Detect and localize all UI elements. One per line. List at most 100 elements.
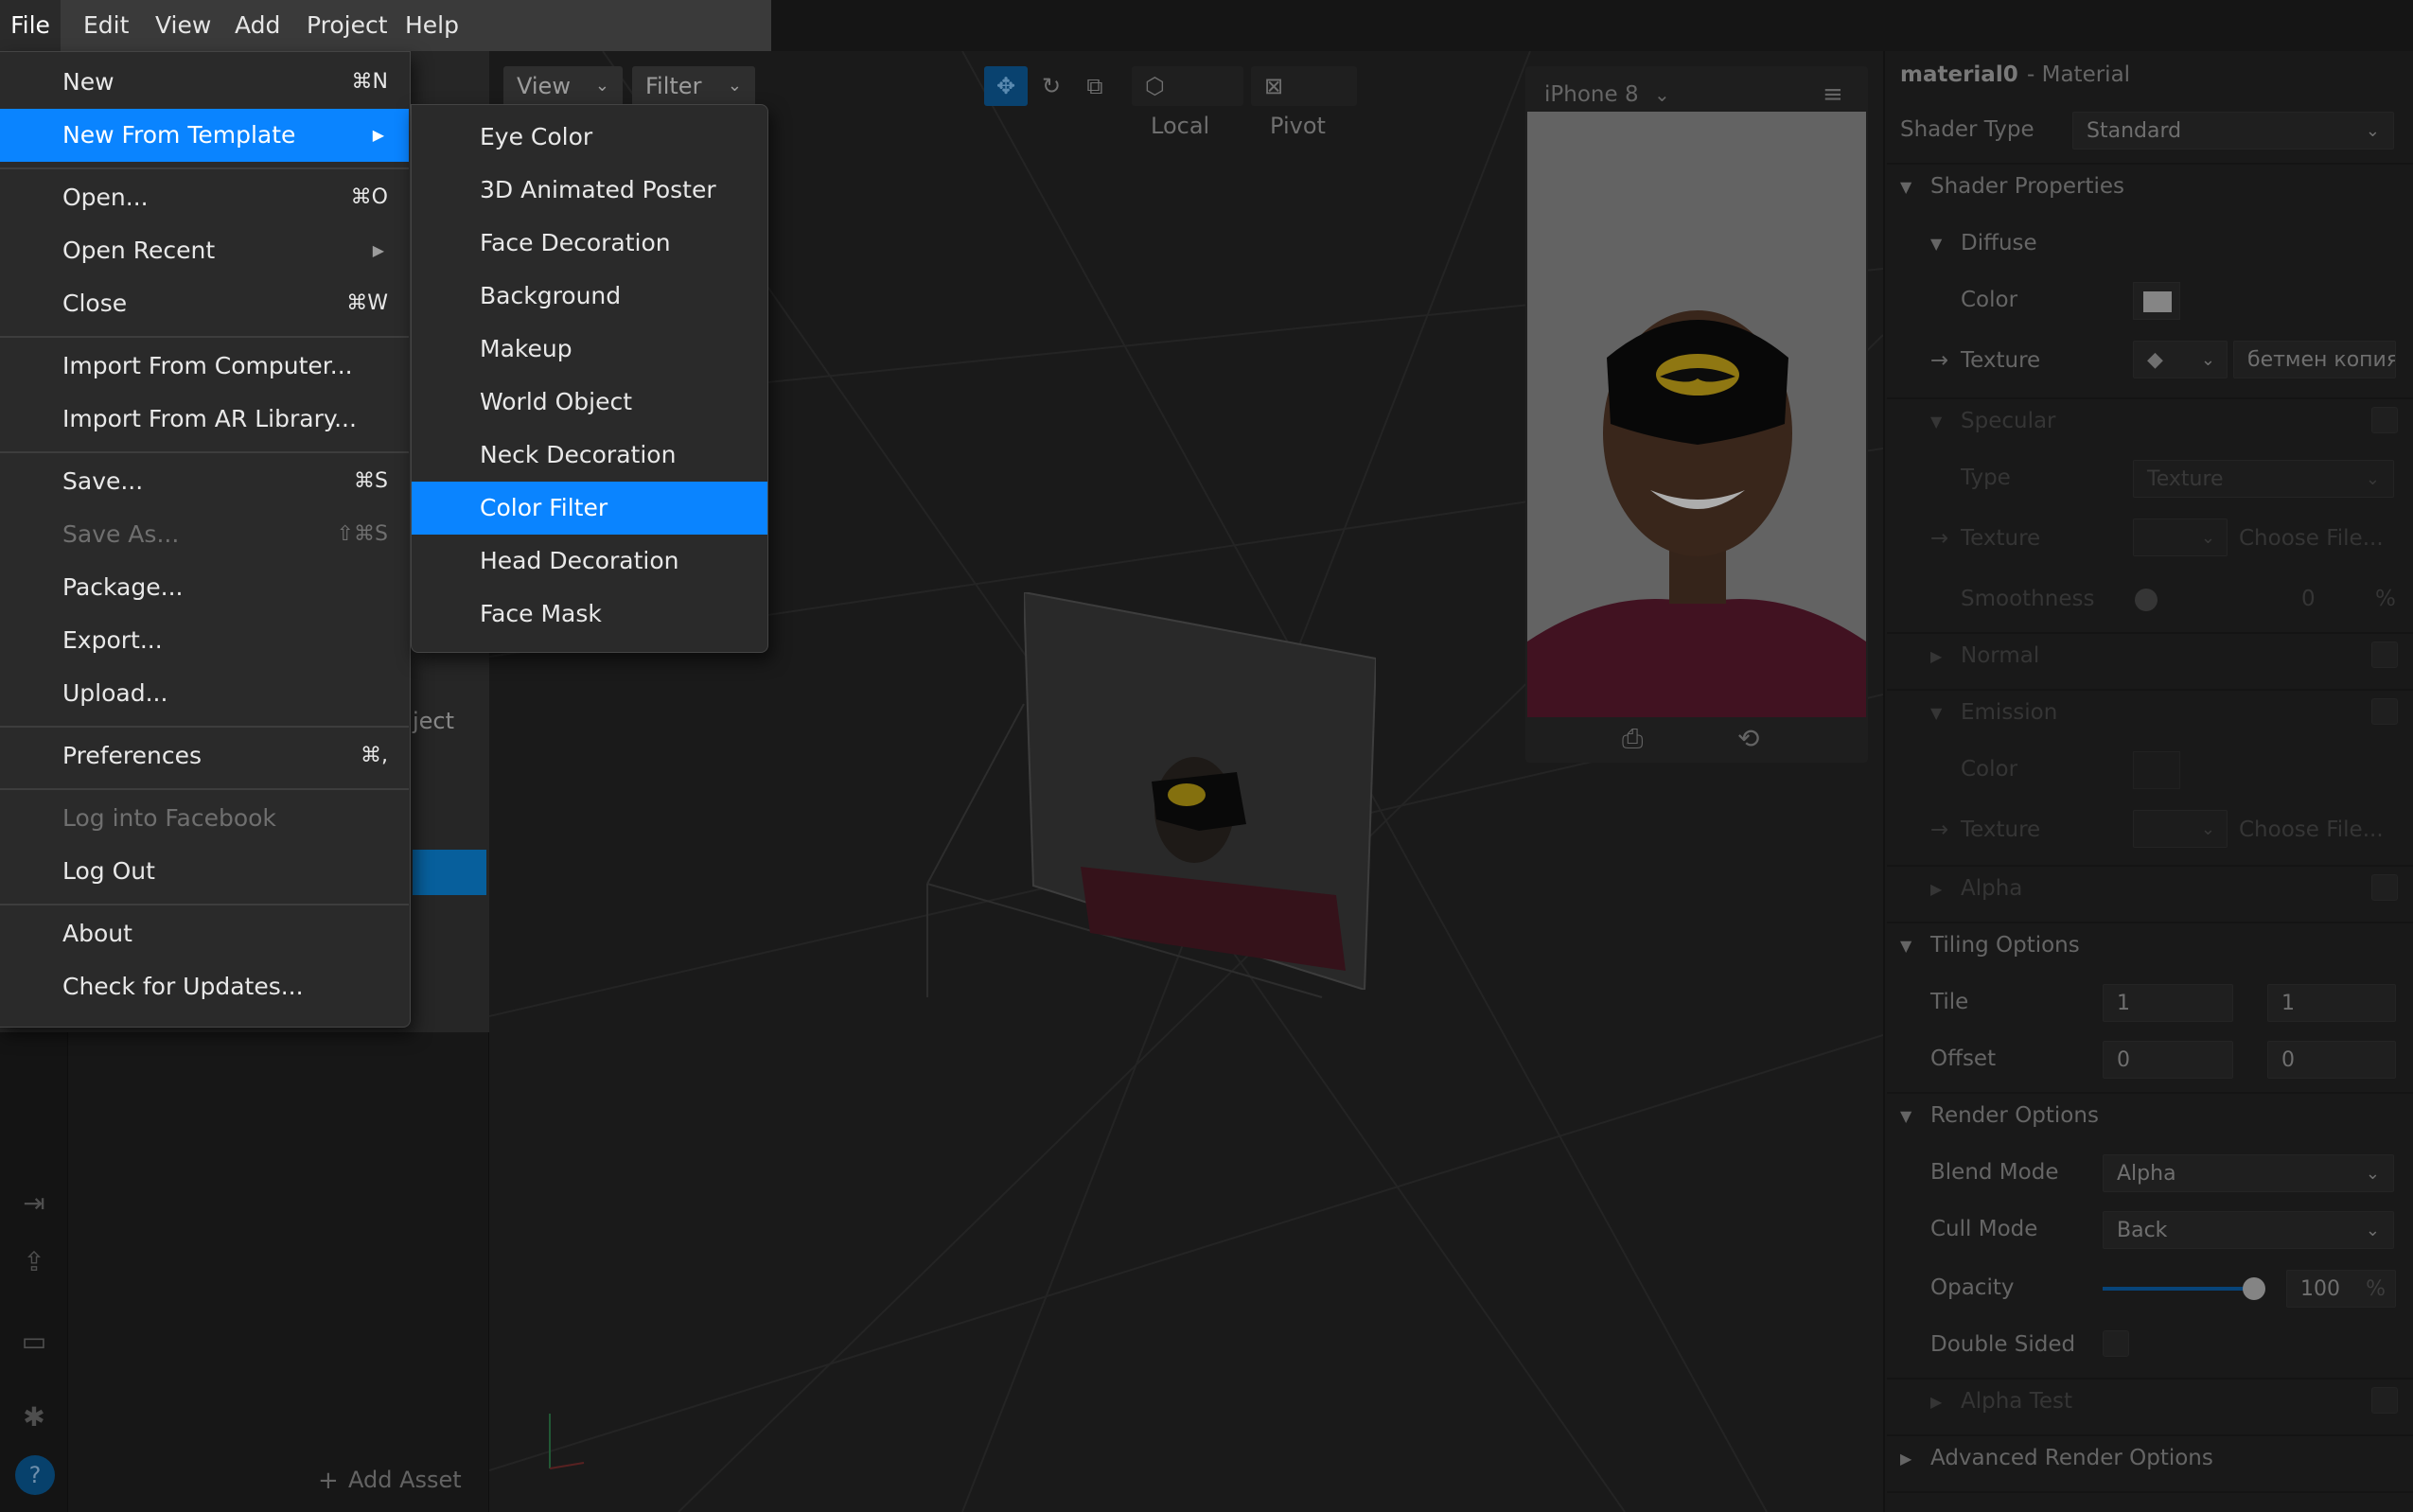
smoothness-slider-handle[interactable] [2135,589,2158,611]
specular-texture-picker[interactable]: ⌄ [2133,519,2228,556]
opacity-input[interactable]: 100 % [2286,1270,2396,1308]
template-item-3d-animated-poster[interactable]: 3D Animated Poster [412,164,767,217]
expand-triangle-icon[interactable]: ▶ [1930,880,1942,898]
hamburger-menu-icon[interactable]: ≡ [1823,72,1843,117]
rotate-tool-icon[interactable]: ↻ [1031,66,1071,106]
share-icon[interactable]: ⇪ [15,1243,53,1281]
move-tool-icon[interactable]: ✥ [984,66,1028,106]
specular-choose-file[interactable]: Choose File... [2239,526,2384,551]
collapse-triangle-icon[interactable]: ▼ [1930,704,1942,722]
cull-mode-dropdown[interactable]: Back ⌄ [2103,1211,2394,1249]
template-item-background[interactable]: Background [412,270,767,323]
menu-help[interactable]: Help [405,0,459,51]
shader-type-dropdown[interactable]: Standard ⌄ [2072,112,2394,149]
template-item-neck-decoration[interactable]: Neck Decoration [412,429,767,482]
double-sided-checkbox[interactable] [2103,1330,2129,1357]
local-space-button[interactable]: ⬡ Local [1132,66,1243,139]
template-item-world-object[interactable]: World Object [412,376,767,429]
menu-item-open-recent[interactable]: Open Recent ▶ [0,224,409,277]
template-item-makeup[interactable]: Makeup [412,323,767,376]
rotate-device-icon[interactable]: ⟲ [1737,723,1759,754]
collapse-triangle-icon[interactable]: ▼ [1900,178,1911,196]
collapse-triangle-icon[interactable]: ▼ [1930,413,1942,431]
smoothness-value[interactable]: 0 [2301,587,2316,611]
folder-add-icon[interactable]: ▭ [15,1323,53,1361]
template-item-eye-color[interactable]: Eye Color [412,111,767,164]
tile-x-input[interactable]: 1 [2103,984,2233,1022]
menu-item-preferences[interactable]: Preferences ⌘, [0,730,409,782]
menu-item-log-out[interactable]: Log Out [0,845,409,898]
pivot-button[interactable]: ⊠ Pivot [1251,66,1357,139]
menu-item-export[interactable]: Export... [0,614,409,667]
diffuse-color-swatch[interactable] [2133,282,2180,320]
collapse-triangle-icon[interactable]: ▼ [1930,235,1942,253]
collapse-triangle-icon[interactable]: ▼ [1900,937,1911,955]
shader-properties-header[interactable]: Shader Properties [1930,174,2124,199]
specular-type-dropdown[interactable]: Texture ⌄ [2133,460,2394,498]
expand-triangle-icon[interactable]: ▶ [1930,1393,1942,1411]
menu-edit[interactable]: Edit [83,0,129,51]
opacity-slider-track[interactable] [2103,1287,2254,1291]
menu-item-open[interactable]: Open... ⌘O [0,171,409,224]
expand-triangle-icon[interactable]: ▶ [1930,647,1942,665]
device-selector[interactable]: iPhone 8 [1544,72,1639,117]
offset-x-input[interactable]: 0 [2103,1041,2233,1079]
collapse-triangle-icon[interactable]: ▼ [1900,1107,1911,1125]
menu-item-import-from-computer[interactable]: Import From Computer... [0,340,409,393]
diffuse-header[interactable]: Diffuse [1961,231,2037,255]
device-icon[interactable]: ⇥ [15,1185,53,1222]
menu-item-new-from-template[interactable]: New From Template ▶ [0,109,409,162]
specular-checkbox[interactable] [2371,407,2398,433]
scene-plane[interactable] [1024,592,1376,990]
template-item-face-mask[interactable]: Face Mask [412,588,767,641]
view-dropdown[interactable]: View ⌄ [503,66,623,106]
tiling-options-header[interactable]: Tiling Options [1930,933,2080,958]
normal-checkbox[interactable] [2371,642,2398,668]
emission-header[interactable]: Emission [1961,700,2057,725]
expand-triangle-icon[interactable]: ▶ [1900,1450,1911,1468]
alpha-test-header[interactable]: Alpha Test [1961,1389,2072,1414]
scale-tool-icon[interactable]: ⧉ [1075,66,1115,106]
template-item-color-filter[interactable]: Color Filter [412,482,767,535]
menu-add[interactable]: Add [235,0,280,51]
menu-item-check-for-updates[interactable]: Check for Updates... [0,960,409,1013]
scene-item-selected[interactable] [413,850,486,895]
menu-project[interactable]: Project [307,0,388,51]
menu-item-new[interactable]: New ⌘N [0,56,409,109]
normal-header[interactable]: Normal [1961,643,2039,668]
diffuse-texture-picker[interactable]: ◆ ⌄ [2133,341,2228,378]
chevron-down-icon[interactable]: ⌄ [1654,72,1670,117]
simulator-preview[interactable] [1527,112,1866,717]
camera-icon[interactable]: ⎙ [1622,723,1643,755]
advanced-render-options-header[interactable]: Advanced Render Options [1930,1446,2213,1470]
offset-y-input[interactable]: 0 [2267,1041,2396,1079]
template-item-head-decoration[interactable]: Head Decoration [412,535,767,588]
diffuse-texture-file[interactable]: бетмен копия [2233,341,2396,378]
menu-file[interactable]: File [0,0,61,51]
specular-header[interactable]: Specular [1961,409,2056,433]
menu-item-save[interactable]: Save... ⌘S [0,455,409,508]
emission-color-swatch[interactable] [2133,751,2180,789]
emission-checkbox[interactable] [2371,698,2398,725]
menu-item-package[interactable]: Package... [0,561,409,614]
menu-item-import-from-ar-library[interactable]: Import From AR Library... [0,393,409,446]
emission-texture-picker[interactable]: ⌄ [2133,810,2228,848]
add-asset-button[interactable]: Add Asset [348,1467,462,1493]
help-icon[interactable]: ? [15,1455,55,1495]
alpha-header[interactable]: Alpha [1961,876,2022,901]
filter-dropdown[interactable]: Filter ⌄ [632,66,755,106]
blend-mode-dropdown[interactable]: Alpha ⌄ [2103,1154,2394,1192]
bug-icon[interactable]: ✱ [15,1398,53,1436]
template-item-face-decoration[interactable]: Face Decoration [412,217,767,270]
opacity-slider-handle[interactable] [2243,1277,2265,1300]
render-options-header[interactable]: Render Options [1930,1103,2099,1128]
alpha-test-checkbox[interactable] [2371,1387,2398,1414]
menu-item-close[interactable]: Close ⌘W [0,277,409,330]
menu-item-about[interactable]: About [0,907,409,960]
menu-view[interactable]: View [155,0,211,51]
menu-item-upload[interactable]: Upload... [0,667,409,720]
material-type: - Material [2027,62,2131,87]
alpha-checkbox[interactable] [2371,874,2398,901]
tile-y-input[interactable]: 1 [2267,984,2396,1022]
emission-choose-file[interactable]: Choose File... [2239,818,2384,842]
